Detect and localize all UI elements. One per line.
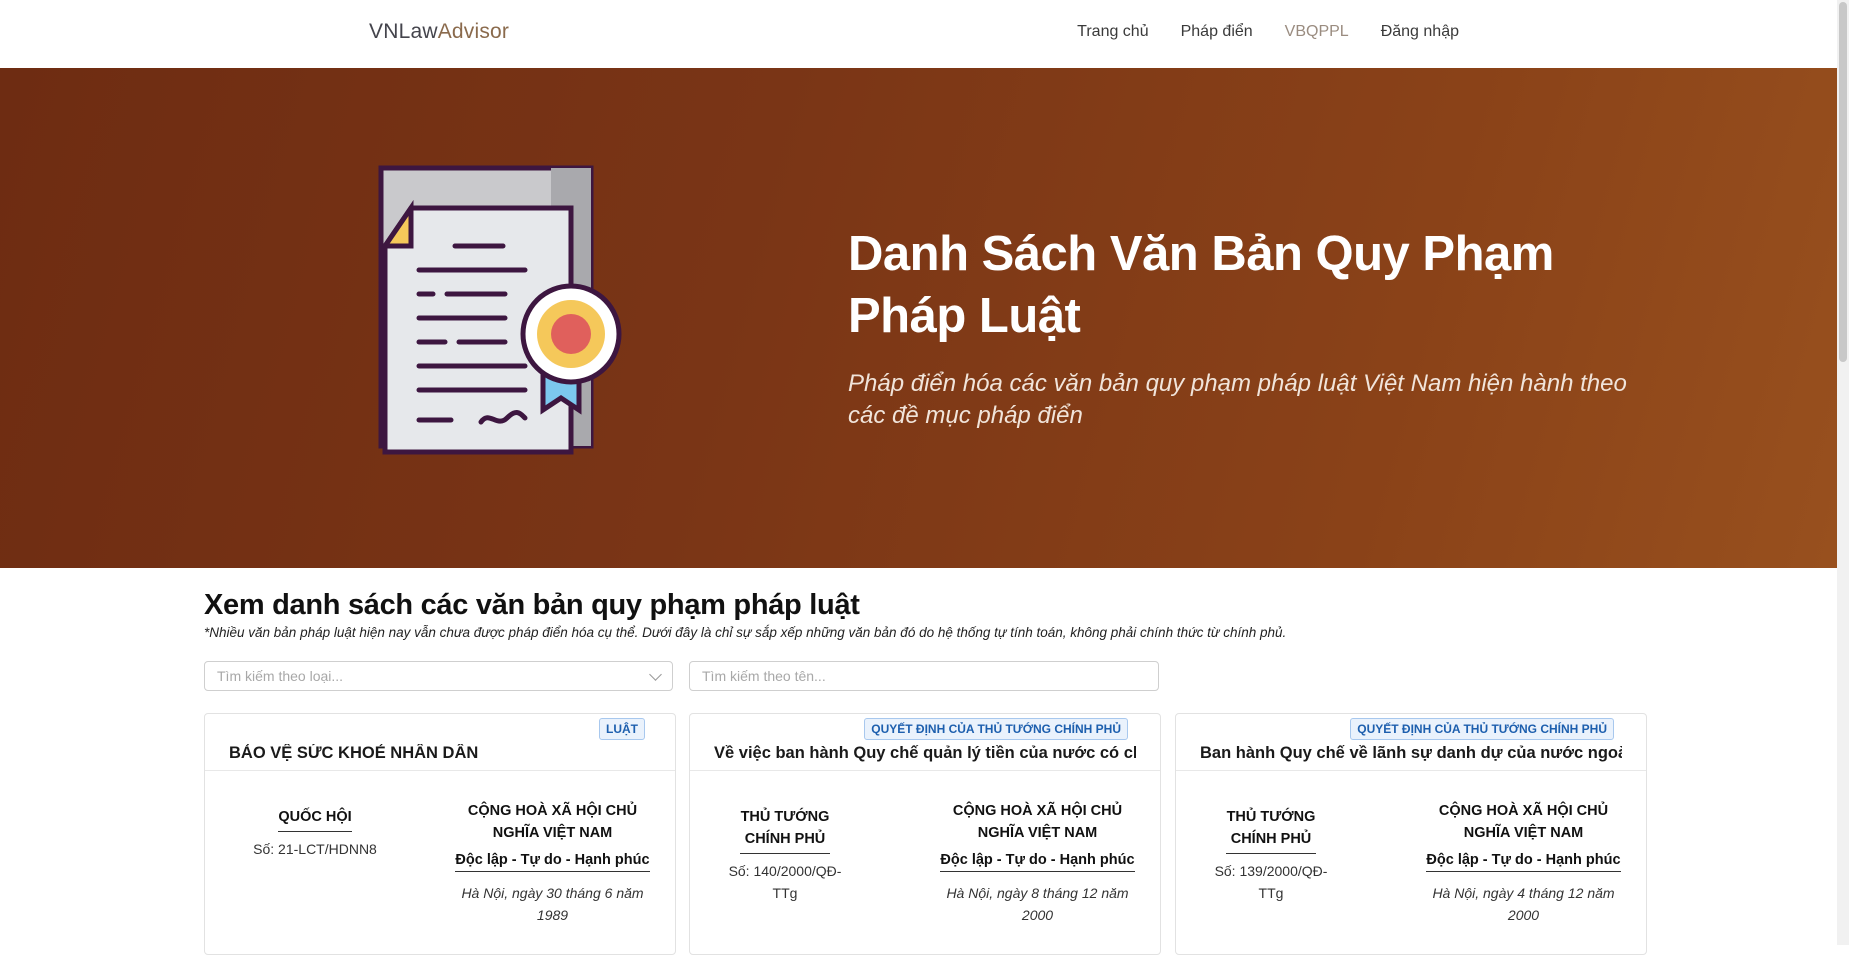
page-scrollbar[interactable] (1837, 0, 1849, 945)
scrollbar-thumb[interactable] (1839, 2, 1847, 362)
brand-part1: VNLaw (369, 20, 438, 43)
document-card[interactable]: QUYẾT ĐỊNH CỦA THỦ TƯỚNG CHÍNH PHỦ Ban h… (1175, 713, 1647, 955)
doc-title[interactable]: Về việc ban hành Quy chế quản lý tiền củ… (714, 744, 1136, 763)
top-navbar: VNLawAdvisor Trang chủ Pháp điển VBQPPL … (0, 0, 1849, 69)
doc-date: Hà Nội, ngày 30 tháng 6 năm 1989 (461, 885, 644, 923)
doc-date: Hà Nội, ngày 8 tháng 12 năm 2000 (946, 885, 1129, 923)
main-nav: Trang chủ Pháp điển VBQPPL Đăng nhập (1077, 23, 1459, 41)
doc-title[interactable]: BẢO VỆ SỨC KHOẺ NHÂN DÂN (229, 744, 651, 763)
doc-number: Số: 21-LCT/HDNN8 (253, 841, 377, 857)
republic-block: CỘNG HOÀ XÃ HỘI CHỦ NGHĨA VIỆT NAM Độc l… (445, 800, 660, 926)
brand-part2: Advisor (437, 20, 510, 43)
issuer-name: THỦ TƯỚNG CHÍNH PHỦ (740, 806, 830, 854)
name-search-input[interactable] (690, 662, 1158, 690)
republic-block: CỘNG HOÀ XÃ HỘI CHỦ NGHĨA VIỆT NAM Độc l… (930, 800, 1145, 926)
name-search-field[interactable] (689, 661, 1159, 691)
doc-number: Số: 140/2000/QĐ-TTg (728, 863, 842, 901)
republic-block: CỘNG HOÀ XÃ HỘI CHỦ NGHĨA VIỆT NAM Độc l… (1416, 800, 1631, 926)
nav-phap-dien[interactable]: Pháp điển (1181, 23, 1253, 41)
issuer-block: THỦ TƯỚNG CHÍNH PHỦ Số: 140/2000/QĐ-TTg (710, 806, 860, 904)
republic-heading: CỘNG HOÀ XÃ HỘI CHỦ NGHĨA VIỆT NAM (952, 803, 1123, 841)
national-motto: Độc lập - Tự do - Hạnh phúc (455, 852, 650, 872)
issuer-block: THỦ TƯỚNG CHÍNH PHỦ Số: 139/2000/QĐ-TTg (1196, 806, 1346, 904)
hero-banner: Danh Sách Văn Bản Quy Phạm Pháp Luật Phá… (0, 68, 1837, 568)
section-title: Xem danh sách các văn bản quy phạm pháp … (204, 589, 860, 621)
national-motto: Độc lập - Tự do - Hạnh phúc (940, 852, 1135, 872)
republic-heading: CỘNG HOÀ XÃ HỘI CHỦ NGHĨA VIỆT NAM (1438, 803, 1609, 841)
document-card[interactable]: LUẬT BẢO VỆ SỨC KHOẺ NHÂN DÂN QUỐC HỘI S… (204, 713, 676, 955)
type-filter-input[interactable] (205, 662, 672, 690)
card-header: QUYẾT ĐỊNH CỦA THỦ TƯỚNG CHÍNH PHỦ Về vi… (690, 714, 1160, 771)
card-header: LUẬT BẢO VỆ SỨC KHOẺ NHÂN DÂN (205, 714, 675, 771)
type-filter-select[interactable] (204, 661, 673, 691)
hero-title: Danh Sách Văn Bản Quy Phạm Pháp Luật (848, 227, 1554, 343)
nav-vbqppl[interactable]: VBQPPL (1285, 23, 1349, 41)
document-card[interactable]: QUYẾT ĐỊNH CỦA THỦ TƯỚNG CHÍNH PHỦ Về vi… (689, 713, 1161, 955)
certificate-document-icon (378, 165, 622, 455)
doc-type-badge: QUYẾT ĐỊNH CỦA THỦ TƯỚNG CHÍNH PHỦ (864, 718, 1128, 740)
card-header: QUYẾT ĐỊNH CỦA THỦ TƯỚNG CHÍNH PHỦ Ban h… (1176, 714, 1646, 771)
doc-type-badge: QUYẾT ĐỊNH CỦA THỦ TƯỚNG CHÍNH PHỦ (1350, 718, 1614, 740)
brand-logo[interactable]: VNLawAdvisor (369, 20, 509, 44)
issuer-name: QUỐC HỘI (278, 806, 352, 832)
issuer-block: QUỐC HỘI Số: 21-LCT/HDNN8 (225, 806, 405, 860)
issuer-name: THỦ TƯỚNG CHÍNH PHỦ (1226, 806, 1316, 854)
hero-subtitle: Pháp điển hóa các văn bản quy phạm pháp … (848, 370, 1627, 429)
nav-login[interactable]: Đăng nhập (1381, 23, 1459, 41)
republic-heading: CỘNG HOÀ XÃ HỘI CHỦ NGHĨA VIỆT NAM (467, 803, 638, 841)
nav-home[interactable]: Trang chủ (1077, 23, 1148, 41)
doc-type-badge: LUẬT (599, 718, 645, 740)
section-note: *Nhiều văn bản pháp luật hiện nay vẫn ch… (204, 625, 1287, 640)
doc-number: Số: 139/2000/QĐ-TTg (1214, 863, 1328, 901)
doc-date: Hà Nội, ngày 4 tháng 12 năm 2000 (1432, 885, 1615, 923)
national-motto: Độc lập - Tự do - Hạnh phúc (1426, 852, 1621, 872)
doc-title[interactable]: Ban hành Quy chế về lãnh sự danh dự của … (1200, 744, 1622, 763)
